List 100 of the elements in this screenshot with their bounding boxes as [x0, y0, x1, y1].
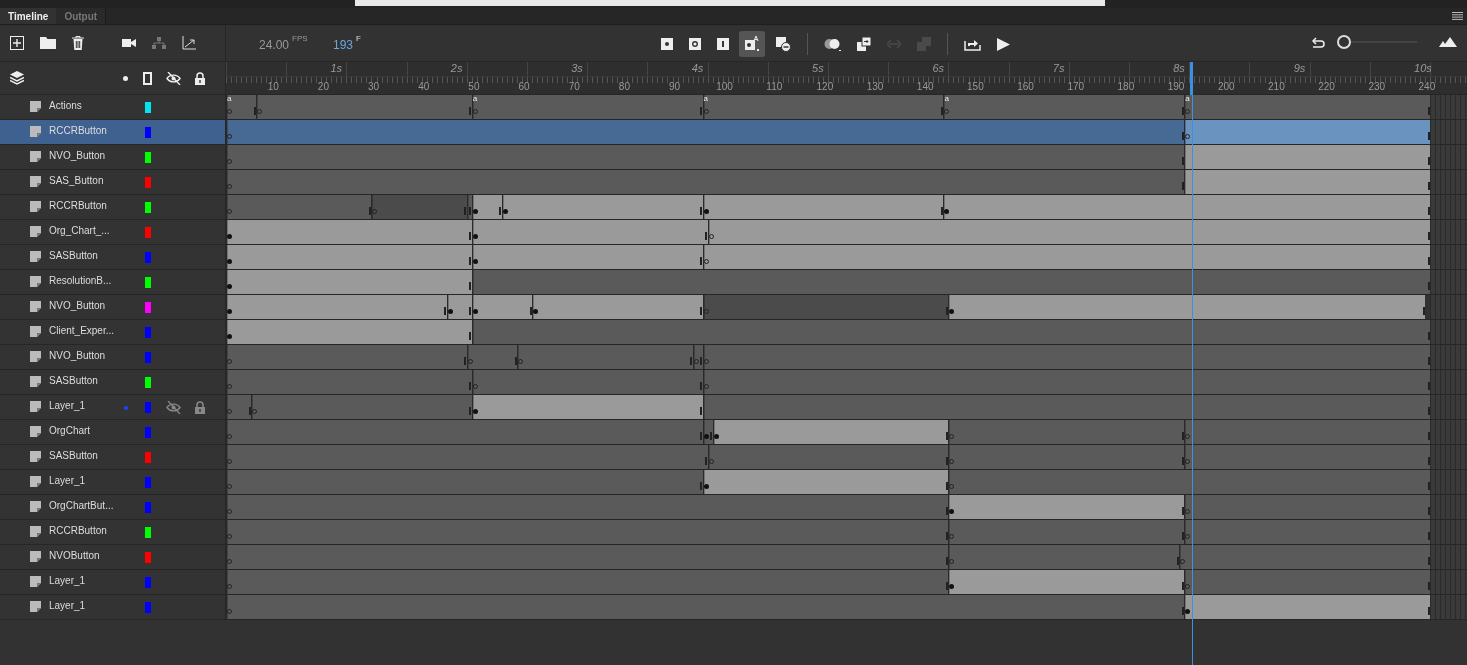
layer-name[interactable]: OrgChartBut... [49, 501, 114, 511]
layer-icon [30, 476, 41, 487]
hierarchy-icon[interactable] [152, 36, 166, 50]
layer-name[interactable]: RCCRButton [49, 126, 107, 136]
swap-icon[interactable] [887, 39, 901, 49]
outline-icon[interactable] [143, 71, 152, 85]
frame-icon[interactable] [717, 38, 729, 50]
layer-name[interactable]: SASButton [49, 376, 98, 386]
frame-span[interactable] [471, 295, 533, 319]
layer-color-swatch[interactable] [145, 402, 151, 413]
frame-span[interactable] [471, 195, 502, 219]
layer-color-swatch[interactable] [145, 477, 151, 488]
layer-name[interactable]: NVO_Button [49, 351, 106, 361]
menu-icon[interactable] [1452, 12, 1463, 20]
layer-color-swatch[interactable] [145, 452, 151, 463]
graph-icon[interactable] [182, 36, 196, 50]
loop-icon[interactable] [964, 37, 981, 51]
current-frame-value[interactable]: 193 [333, 39, 354, 51]
trash-icon[interactable] [72, 36, 84, 50]
layer-color-swatch[interactable] [145, 102, 151, 113]
layer-name[interactable]: RCCRButton [49, 526, 107, 536]
play-icon[interactable] [997, 37, 1010, 51]
camera-icon[interactable] [122, 38, 136, 48]
layer-name[interactable]: Org_Chart_... [49, 226, 110, 236]
layer-icon [30, 326, 41, 337]
layer-color-swatch[interactable] [145, 227, 151, 238]
layer-name[interactable]: NVO_Button [49, 301, 106, 311]
layer-name[interactable]: NVOButton [49, 551, 100, 561]
layer-color-swatch[interactable] [145, 377, 151, 388]
time-ruler[interactable]: 1s 2s 3s 4s 5s 6s 7s 8s 9s 10s 10 20 30 40 50 60 70 80 90 100 110 120 130 140 150 160 170 180 190 200 210 220 230 240 [226, 62, 1467, 94]
layer-name[interactable]: Client_Exper... [49, 326, 115, 336]
undo-icon[interactable] [1312, 36, 1325, 48]
layer-color-swatch[interactable] [145, 252, 151, 263]
folder-icon[interactable] [40, 37, 56, 49]
frame-number: 180 [1117, 82, 1135, 92]
frame-number: 70 [568, 82, 580, 92]
seconds-label: 7s [1052, 63, 1065, 74]
frame-number: 90 [669, 82, 681, 92]
scrollbar-thumb[interactable] [355, 0, 1105, 6]
layer-color-swatch[interactable] [145, 327, 151, 338]
add-layer-icon[interactable] [10, 36, 24, 50]
layer-name[interactable]: SASButton [49, 451, 98, 461]
blank-keyframe-icon[interactable] [689, 38, 701, 50]
frame-number: 150 [967, 82, 984, 92]
layer-row[interactable]: RCCRButton [0, 120, 225, 145]
layer-color-swatch[interactable] [145, 602, 151, 613]
layer-icon [30, 526, 41, 537]
frame-number: 60 [518, 82, 530, 92]
seconds-label: 2s [450, 63, 463, 74]
mountain-icon[interactable] [1439, 37, 1457, 47]
layer-color-swatch[interactable] [145, 352, 151, 363]
onion-skin-icon[interactable] [824, 37, 841, 51]
slider-thumb[interactable] [1337, 35, 1351, 49]
lock-icon[interactable] [195, 71, 205, 85]
action-mark: a [227, 95, 232, 103]
layers-icon[interactable] [10, 71, 24, 85]
action-mark: a [703, 95, 709, 103]
zoom-slider[interactable] [1337, 35, 1417, 49]
layer-name[interactable]: Layer_1 [49, 601, 86, 611]
layer-color-swatch[interactable] [145, 552, 151, 563]
frame-span[interactable] [226, 95, 257, 119]
layer-swap-icon[interactable] [917, 37, 931, 51]
edit-multiple-frames-icon[interactable] [857, 37, 871, 51]
seconds-label: 8s [1173, 63, 1185, 74]
playhead[interactable] [1190, 62, 1194, 95]
layer-color-swatch[interactable] [145, 427, 151, 438]
clear-keyframe-icon[interactable] [775, 36, 791, 52]
layer-name[interactable]: Actions [49, 101, 82, 111]
dot-icon[interactable] [123, 75, 128, 81]
seconds-label: 5s [812, 63, 824, 74]
layer-name[interactable]: Layer_1 [49, 401, 86, 411]
action-mark: a [1185, 95, 1190, 103]
layer-name[interactable]: Layer_1 [49, 576, 86, 586]
layer-color-swatch[interactable] [145, 202, 151, 213]
frame-number: 200 [1217, 82, 1235, 92]
layer-icon [30, 351, 41, 362]
layer-color-swatch[interactable] [145, 177, 151, 188]
layer-name[interactable]: OrgChart [49, 426, 91, 436]
layer-name[interactable]: NVO_Button [49, 151, 106, 161]
layer-color-swatch[interactable] [145, 127, 151, 138]
fps-value[interactable]: 24.00 [259, 39, 290, 51]
empty-frames[interactable] [1430, 295, 1467, 319]
layer-color-swatch[interactable] [145, 527, 151, 538]
frame-unit: F [356, 35, 361, 43]
layer-color-swatch[interactable] [145, 302, 151, 313]
keyframe-icon[interactable] [661, 38, 673, 50]
layer-name[interactable]: RCCRButton [49, 201, 107, 211]
layer-color-swatch[interactable] [145, 277, 151, 288]
layer-color-swatch[interactable] [145, 502, 151, 513]
frame-number: 230 [1368, 82, 1386, 92]
frame-number: 20 [317, 82, 329, 92]
layer-name[interactable]: SASButton [49, 251, 98, 261]
layer-name[interactable]: ResolutionB... [49, 276, 112, 286]
layer-color-swatch[interactable] [145, 577, 151, 588]
layer-name[interactable]: SAS_Button [49, 176, 104, 186]
layer-color-swatch[interactable] [145, 152, 151, 163]
auto-keyframe-button[interactable] [739, 31, 765, 57]
panel-tab[interactable]: Timeline [0, 8, 57, 24]
layer-icon [30, 426, 41, 437]
layer-name[interactable]: Layer_1 [49, 476, 86, 486]
